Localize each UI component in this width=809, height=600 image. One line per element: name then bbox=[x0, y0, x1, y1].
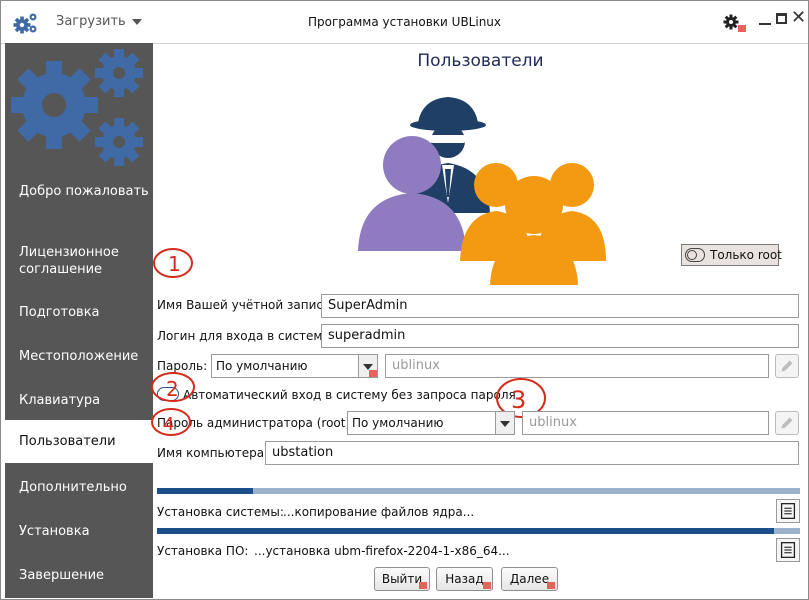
users-group-icon bbox=[358, 97, 606, 285]
login-label: Логин для входа в систему: bbox=[157, 329, 334, 343]
installer-window: Загрузить Программа установки UBLinux ✕ bbox=[0, 0, 809, 600]
gears-icon bbox=[13, 13, 37, 34]
system-install-progress-fill bbox=[157, 488, 254, 494]
cursor-marker bbox=[738, 25, 746, 32]
system-install-progress-bar bbox=[157, 488, 800, 494]
password-mode-value: По умолчанию bbox=[216, 359, 308, 373]
software-install-log-icon[interactable] bbox=[776, 538, 800, 562]
toggle-switch-icon bbox=[685, 248, 705, 262]
minimize-button[interactable] bbox=[759, 13, 771, 25]
sidebar-item-license[interactable]: Лицензионное соглашение bbox=[5, 244, 153, 280]
maximize-button[interactable] bbox=[776, 13, 787, 24]
root-password-mode-select[interactable]: По умолчанию bbox=[347, 411, 515, 435]
sidebar-item-keyboard[interactable]: Клавиатура bbox=[5, 392, 153, 412]
password-mode-select[interactable]: По умолчанию bbox=[211, 354, 378, 378]
edit-password-pencil-icon[interactable] bbox=[775, 354, 799, 378]
password-input[interactable]: ublinux bbox=[385, 354, 769, 378]
sidebar-item-finish[interactable]: Завершение bbox=[5, 567, 153, 587]
software-install-label: Установка ПО: bbox=[157, 544, 249, 558]
root-password-input[interactable]: ublinux bbox=[522, 411, 769, 435]
load-menu-label: Загрузить bbox=[56, 14, 126, 29]
close-button[interactable]: ✕ bbox=[791, 9, 806, 27]
sidebar-item-location[interactable]: Местоположение bbox=[5, 348, 153, 368]
software-install-progress-bar bbox=[157, 528, 800, 534]
annotation-1-mark: 1 bbox=[153, 248, 193, 278]
title-bar: Загрузить Программа установки UBLinux ✕ bbox=[1, 1, 808, 44]
sidebar-item-additional[interactable]: Дополнительно bbox=[5, 479, 153, 499]
sidebar-item-users[interactable]: Пользователи bbox=[5, 420, 153, 463]
software-install-progress-fill bbox=[157, 528, 775, 534]
next-button[interactable]: Далее bbox=[501, 567, 558, 591]
sidebar-item-welcome[interactable]: Добро пожаловать bbox=[5, 183, 153, 219]
chevron-down-icon bbox=[131, 18, 142, 25]
load-menu[interactable]: Загрузить bbox=[56, 14, 142, 29]
exit-button[interactable]: Выйти bbox=[374, 567, 430, 591]
account-name-label: Имя Вашей учётной записи: bbox=[157, 298, 335, 312]
root-only-label: Только root bbox=[710, 248, 782, 262]
edit-root-password-pencil-icon[interactable] bbox=[775, 411, 799, 435]
system-install-label: Установка системы: bbox=[157, 505, 284, 519]
sidebar-item-preparation[interactable]: Подготовка bbox=[5, 304, 153, 324]
page-title: Пользователи bbox=[417, 51, 544, 71]
annotation-1-text: 1 bbox=[168, 252, 181, 276]
sidebar-item-installation[interactable]: Установка bbox=[5, 523, 153, 543]
gears-logo-icon bbox=[11, 49, 143, 166]
chevron-down-icon bbox=[495, 412, 514, 434]
root-password-mode-value: По умолчанию bbox=[352, 416, 444, 430]
autologin-checkbox[interactable] bbox=[157, 387, 179, 401]
system-install-status: ...копирование файлов ядра... bbox=[283, 505, 475, 519]
root-password-label: Пароль администратора (root): bbox=[157, 416, 355, 430]
account-name-input[interactable]: SuperAdmin bbox=[321, 294, 799, 318]
system-install-log-icon[interactable] bbox=[776, 499, 800, 523]
settings-gear-icon[interactable] bbox=[723, 14, 739, 30]
back-button[interactable]: Назад bbox=[436, 567, 493, 591]
password-label: Пароль: bbox=[157, 359, 208, 373]
chevron-down-icon bbox=[358, 355, 377, 377]
software-install-status: ...установка ubm-firefox-2204-1-x86_64..… bbox=[254, 544, 510, 558]
root-only-toggle[interactable]: Только root bbox=[681, 244, 782, 266]
sidebar: Добро пожаловать Лицензионное соглашение… bbox=[5, 43, 153, 598]
login-input[interactable]: superadmin bbox=[321, 324, 799, 348]
hostname-label: Имя компьютера: bbox=[157, 446, 269, 460]
hostname-input[interactable]: ubstation bbox=[265, 441, 799, 465]
autologin-label: Автоматический вход в систему без запрос… bbox=[183, 388, 516, 402]
